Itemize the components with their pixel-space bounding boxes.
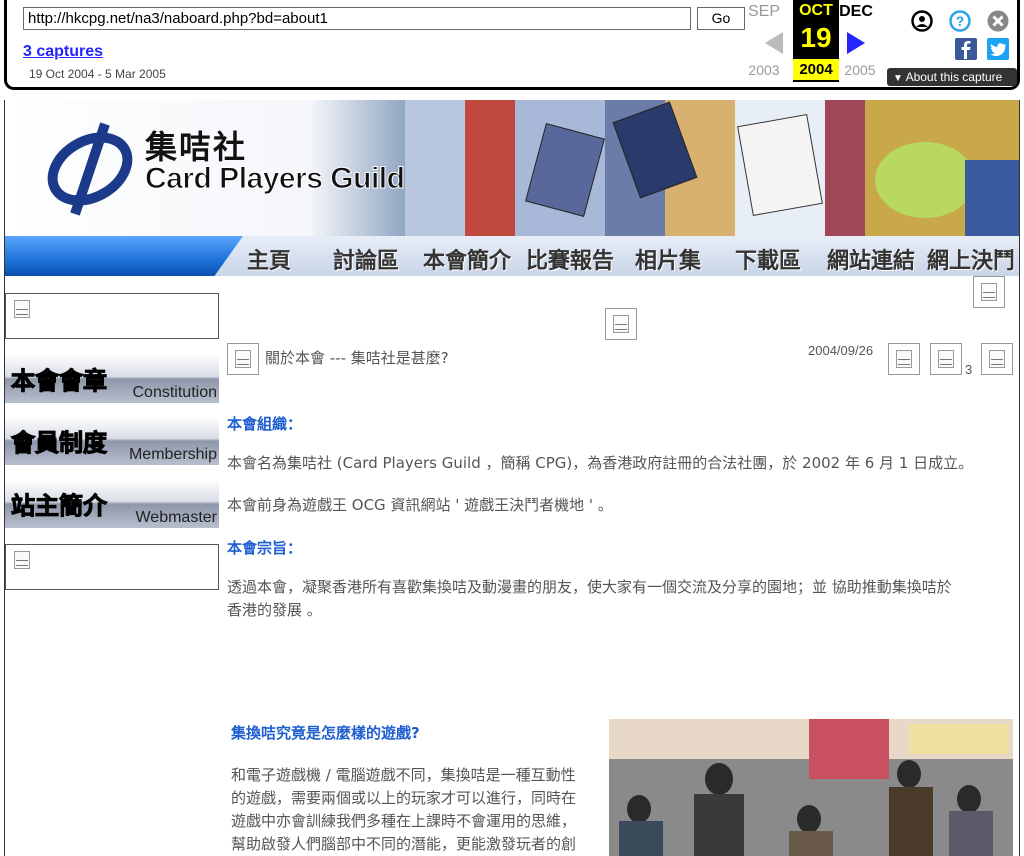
section-heading-game: 集換咭究竟是怎麼樣的遊戲?	[231, 724, 420, 742]
broken-image-icon	[14, 551, 32, 571]
reply-icon[interactable]	[930, 343, 962, 375]
site-banner: 集咭社 Card Players Guild	[5, 100, 1019, 236]
game-line-1: 和電子遊戲機 / 電腦遊戲不同，集換咭是一種互動性	[231, 766, 576, 784]
captures-link[interactable]: 3 captures	[23, 43, 103, 61]
prev-capture-arrow-icon[interactable]	[765, 32, 783, 54]
svg-text:?: ?	[956, 13, 965, 29]
post-title: 關於本會 --- 集咭社是甚麼?	[265, 349, 449, 367]
current-day: 19	[800, 22, 832, 53]
sidebar-item-sublabel: Membership	[128, 446, 217, 463]
broken-image-icon	[605, 308, 637, 340]
nav-about[interactable]: 本會簡介	[423, 243, 511, 275]
section-heading-aims: 本會宗旨：	[227, 539, 303, 557]
current-year: 2004	[793, 59, 839, 80]
nav-match-report[interactable]: 比賽報告	[526, 243, 614, 275]
sidebar-item-sublabel: Webmaster	[135, 509, 217, 526]
post-date: 2004/09/26	[808, 343, 874, 358]
nav-home[interactable]: 主頁	[247, 243, 291, 275]
sidebar-item-webmaster[interactable]: 站主簡介 Webmaster	[5, 480, 219, 528]
prev-year-label[interactable]: 2003	[741, 62, 787, 78]
sidebar-item-constitution[interactable]: 本會會章 Constitution	[5, 355, 219, 403]
about-capture-button[interactable]: ▼ About this capture	[887, 68, 1017, 86]
cpg-logo-icon	[47, 122, 133, 216]
about-capture-label: About this capture	[905, 70, 1003, 84]
next-year-label[interactable]: 2005	[837, 62, 883, 78]
game-line-3: 遊戲中亦會訓練我們多種在上課時不會運用的思維，	[231, 812, 577, 830]
players-photo	[609, 719, 1013, 856]
sidebar-item-label: 本會會章	[11, 367, 108, 396]
nav-accent	[5, 236, 243, 276]
nav-photos[interactable]: 相片集	[635, 243, 701, 275]
wayback-toolbar: Go 3 captures 19 Oct 2004 - 5 Mar 2005 S…	[0, 0, 1024, 92]
site-title-english: Card Players Guild	[144, 162, 405, 196]
user-icon[interactable]	[911, 10, 933, 32]
quote-icon[interactable]	[981, 343, 1013, 375]
aims-line-2: 香港的發展 。	[227, 601, 322, 619]
aims-line-1: 透過本會，凝聚香港所有喜歡集換咭及動漫畫的朋友，使大家有一個交流及分享的園地；並…	[227, 578, 952, 596]
broken-image-icon	[14, 300, 32, 320]
twitter-icon[interactable]	[987, 38, 1009, 60]
next-month-label[interactable]: DEC	[833, 3, 879, 21]
wayback-toolbar-frame: Go 3 captures 19 Oct 2004 - 5 Mar 2005 S…	[4, 0, 1020, 90]
close-icon[interactable]	[987, 10, 1009, 32]
sidebar-image-top	[5, 293, 219, 339]
sidebar-item-membership[interactable]: 會員制度 Membership	[5, 417, 219, 465]
go-button[interactable]: Go	[697, 7, 745, 30]
game-line-4: 幫助啟發人們腦部中不同的潛能，更能激發玩者的創	[231, 835, 577, 853]
post-icon	[227, 343, 259, 375]
card-collage-image	[405, 100, 1019, 236]
edit-icon[interactable]	[888, 343, 920, 375]
triangle-down-icon: ▼	[893, 73, 903, 84]
section-heading-organization: 本會組織：	[227, 415, 303, 433]
nav-forum[interactable]: 討論區	[333, 243, 399, 275]
capture-date-range: 19 Oct 2004 - 5 Mar 2005	[29, 67, 166, 81]
prev-month-label[interactable]: SEP	[741, 3, 787, 21]
game-line-2: 的遊戲，需要兩個或以上的玩家才可以進行，同時在	[231, 789, 577, 807]
nav-online-duel[interactable]: 網上決鬥	[927, 243, 1015, 275]
sidebar-item-label: 會員制度	[11, 429, 108, 458]
nav-downloads[interactable]: 下載區	[735, 243, 801, 275]
archived-page: 集咭社 Card Players Guild 主頁 討論區 本會簡介 比賽報告 …	[4, 100, 1020, 856]
url-input[interactable]	[23, 7, 691, 30]
sidebar-image-bottom	[5, 544, 219, 590]
post-count: 3	[965, 362, 973, 377]
sidebar-item-label: 站主簡介	[11, 492, 108, 521]
help-icon[interactable]: ?	[949, 10, 971, 32]
nav-links[interactable]: 網站連結	[827, 243, 915, 275]
main-nav: 主頁 討論區 本會簡介 比賽報告 相片集 下載區 網站連結 網上決鬥	[5, 236, 1019, 276]
broken-image-icon	[973, 276, 1005, 308]
org-paragraph-2: 本會前身為遊戲王 OCG 資訊網站 ' 遊戲王決鬥者機地 ' 。	[227, 496, 613, 514]
sidebar-item-sublabel: Constitution	[132, 384, 218, 401]
next-capture-arrow-icon[interactable]	[847, 32, 865, 54]
org-paragraph-1: 本會名為集咭社 (Card Players Guild ，簡稱 CPG)，為香港…	[227, 454, 974, 472]
facebook-icon[interactable]	[955, 38, 977, 60]
